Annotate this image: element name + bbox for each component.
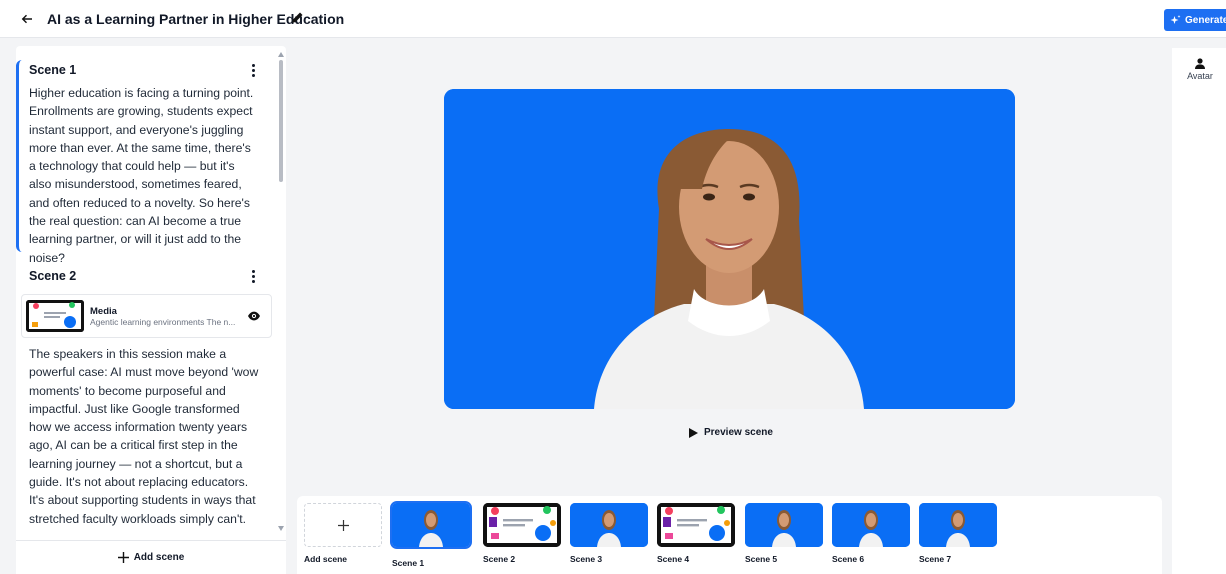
timeline-tile-scene-7[interactable] — [919, 503, 997, 547]
add-scene-label: Add scene — [133, 552, 185, 563]
scene-script[interactable]: Higher education is facing a turning poi… — [19, 84, 278, 267]
timeline-tile-label: Scene 1 — [392, 558, 425, 568]
preview-scene-label: Preview scene — [704, 427, 773, 438]
scrollbar-thumb[interactable] — [279, 60, 283, 182]
timeline-tile-label: Scene 4 — [657, 554, 690, 564]
timeline-tile-scene-3[interactable] — [570, 503, 648, 547]
more-options-icon[interactable] — [246, 62, 260, 78]
timeline-tile-label: Scene 3 — [570, 554, 603, 564]
avatar-tab[interactable]: Avatar — [1180, 58, 1220, 81]
generate-label: Generate — [1185, 14, 1226, 26]
preview-scene-button[interactable]: Preview scene — [689, 427, 773, 438]
timeline-tile-label: Scene 6 — [832, 554, 865, 564]
person-icon — [1195, 58, 1205, 69]
scenes-panel: Scene 1 Higher education is facing a tur… — [16, 46, 286, 574]
add-scene-tile[interactable] — [304, 503, 382, 547]
plus-icon — [337, 519, 349, 531]
timeline-tile-scene-6[interactable] — [832, 503, 910, 547]
scene-preview[interactable] — [444, 89, 1015, 409]
scene-card-1[interactable]: Scene 1 Higher education is facing a tur… — [16, 60, 278, 265]
add-scene-button[interactable]: Add scene — [16, 540, 286, 574]
scene-script[interactable]: The speakers in this session make a powe… — [16, 345, 278, 528]
sparkle-icon — [1170, 14, 1181, 24]
scenes-scrollbar[interactable] — [277, 50, 285, 532]
pencil-icon[interactable] — [290, 11, 306, 27]
media-attachment[interactable]: Media Agentic learning environments The … — [21, 294, 272, 338]
scene-name: Scene 2 — [29, 269, 77, 283]
scene-name: Scene 1 — [29, 63, 77, 77]
right-sidebar — [1172, 48, 1226, 574]
timeline-tile-scene-5[interactable] — [745, 503, 823, 547]
scroll-up-icon[interactable] — [277, 50, 285, 58]
plus-icon — [117, 552, 129, 563]
media-subtitle: Agentic learning environments The n... — [90, 316, 236, 327]
play-icon — [689, 427, 698, 438]
avatar-label: Avatar — [1187, 71, 1213, 81]
top-bar: AI as a Learning Partner in Higher Educa… — [0, 0, 1226, 38]
timeline-tile-label: Scene 5 — [745, 554, 778, 564]
more-options-icon[interactable] — [246, 268, 260, 284]
timeline-tile-scene-1[interactable] — [390, 501, 472, 549]
media-title: Media — [90, 305, 117, 317]
add-scene-tile-label: Add scene — [304, 554, 347, 564]
timeline-tile-scene-2[interactable] — [483, 503, 561, 547]
scroll-down-icon[interactable] — [277, 524, 285, 532]
timeline-tile-label: Scene 2 — [483, 554, 516, 564]
eye-icon[interactable] — [247, 309, 261, 323]
timeline-tile-scene-4[interactable] — [657, 503, 735, 547]
media-thumbnail — [26, 300, 84, 332]
back-arrow-icon[interactable] — [18, 10, 36, 28]
generate-button[interactable]: Generate — [1164, 9, 1226, 31]
timeline-tile-label: Scene 7 — [919, 554, 952, 564]
avatar-presenter-image — [444, 89, 1015, 409]
scene-card-2[interactable]: Scene 2 Media Agentic learning environme — [16, 266, 278, 528]
